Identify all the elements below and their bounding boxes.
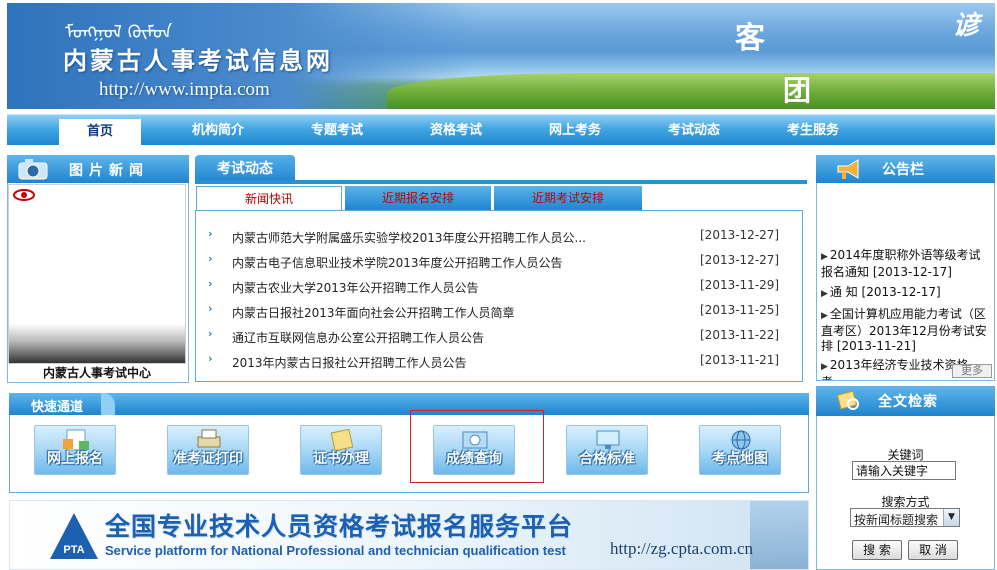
site-url: http://www.impta.com — [99, 79, 270, 100]
list-item: › 通辽市互联网信息办公室公开招聘工作人员公告 [2013-11-22] — [208, 327, 798, 347]
pta-url: http://zg.cpta.com.cn — [610, 539, 754, 558]
quick-channel-title: 快速通道 — [31, 400, 84, 415]
search-panel-title: 全文检索 — [878, 394, 938, 410]
banner-deco-char: 客 — [735, 21, 765, 56]
notice-item[interactable]: ▶ 2014年度职称外语等级考试报名通知 [2013-12-17] — [821, 248, 991, 280]
nav-item-special-exam[interactable]: 专题考试 — [296, 115, 378, 146]
list-item: › 2013年内蒙古日报社公开招聘工作人员公告 [2013-11-21] — [208, 352, 798, 372]
photo-news-title: 图片新闻 — [69, 163, 149, 179]
svg-text:PTA: PTA — [63, 544, 84, 556]
tab-recent-exams[interactable]: 近期考试安排 — [494, 186, 642, 211]
arrow-icon: ▶ — [821, 289, 828, 299]
certificate-service-button[interactable]: 证书办理 — [300, 425, 382, 475]
nav-item-exam-news[interactable]: 考试动态 — [653, 115, 735, 146]
megaphone-icon — [837, 159, 859, 179]
eye-icon — [13, 189, 35, 201]
pta-logo-icon: PTA — [50, 513, 98, 559]
notice-board-title: 公告栏 — [882, 162, 924, 178]
news-title-link[interactable]: 内蒙古师范大学附属盛乐实验学校2013年度公开招聘工作人员公... — [232, 229, 586, 246]
nav-item-about[interactable]: 机构简介 — [177, 115, 259, 146]
list-item: › 内蒙古电子信息职业技术学院2013年度公开招聘工作人员公告 [2013-12… — [208, 252, 798, 272]
nav-item-candidate-service[interactable]: 考生服务 — [772, 115, 854, 146]
arrow-icon: › — [208, 302, 213, 315]
photo-slideshow[interactable] — [8, 184, 186, 364]
news-list: › 内蒙古师范大学附属盛乐实验学校2013年度公开招聘工作人员公... [201… — [195, 210, 803, 382]
score-query-highlight — [410, 410, 544, 483]
news-title-link[interactable]: 内蒙古日报社2013年面向社会公开招聘工作人员简章 — [232, 304, 515, 321]
keyword-input[interactable] — [852, 461, 956, 480]
list-item: › 内蒙古师范大学附属盛乐实验学校2013年度公开招聘工作人员公... [201… — [208, 227, 798, 247]
arrow-icon: › — [208, 277, 213, 290]
exam-site-map-button[interactable]: 考点地图 — [699, 425, 781, 475]
pass-standard-button[interactable]: 合格标准 — [566, 425, 648, 475]
banner-grassland — [387, 73, 995, 109]
more-button[interactable]: 更多 — [952, 364, 992, 378]
header-notch — [101, 393, 115, 415]
news-title-link[interactable]: 内蒙古农业大学2013年公开招聘工作人员公告 — [232, 279, 479, 296]
online-registration-button[interactable]: 网上报名 — [34, 425, 116, 475]
exam-news-divider — [195, 180, 807, 184]
search-mode-select[interactable]: 按新闻标题搜索 ▼ — [850, 508, 960, 527]
arrow-icon: › — [208, 327, 213, 340]
news-date: [2013-11-21] — [700, 353, 780, 367]
banner-deco-char: 谚 — [953, 11, 980, 41]
quick-channel-header: 快速通道 — [9, 393, 809, 415]
news-date: [2013-11-22] — [700, 328, 780, 342]
notice-item[interactable]: ▶ 通 知 [2013-12-17] — [821, 285, 991, 302]
site-title: 内蒙古人事考试信息网 — [63, 47, 333, 75]
search-button[interactable]: 搜 索 — [852, 540, 902, 560]
list-item: › 内蒙古日报社2013年面向社会公开招聘工作人员简章 [2013-11-25] — [208, 302, 798, 322]
photo-news-header: 图片新闻 — [7, 155, 189, 183]
nav-item-qualification-exam[interactable]: 资格考试 — [415, 115, 497, 146]
search-panel-header: 全文检索 — [816, 386, 995, 416]
photo-caption[interactable]: 内蒙古人事考试中心 — [8, 364, 186, 381]
list-item: › 内蒙古农业大学2013年公开招聘工作人员公告 [2013-11-29] — [208, 277, 798, 297]
book-search-icon — [836, 390, 859, 410]
cancel-button[interactable]: 取 消 — [908, 540, 958, 560]
notice-board-header: 公告栏 — [816, 155, 995, 183]
pta-platform-banner[interactable]: PTA 全国专业技术人员资格考试报名服务平台 Service platform … — [9, 500, 809, 570]
city-skyline-image — [750, 501, 808, 569]
arrow-icon: ▶ — [821, 311, 828, 321]
search-mode-value: 按新闻标题搜索 — [854, 513, 939, 527]
pta-title-cn: 全国专业技术人员资格考试报名服务平台 — [105, 512, 574, 541]
pta-title-en: Service platform for National Profession… — [105, 543, 566, 558]
news-date: [2013-12-27] — [700, 228, 780, 242]
admission-ticket-print-button[interactable]: 准考证打印 — [167, 425, 249, 475]
news-title-link[interactable]: 通辽市互联网信息办公室公开招聘工作人员公告 — [232, 329, 484, 346]
arrow-icon: › — [208, 227, 213, 240]
chevron-down-icon: ▼ — [943, 509, 959, 526]
notice-board-list: ▶ 2014年度职称外语等级考试报名通知 [2013-12-17] ▶ 通 知 [2… — [816, 183, 995, 381]
mongolian-title: ᠮᠣᠩᠭᠣᠯ ᠬᠦᠮᠦᠨ — [65, 22, 173, 43]
notice-item[interactable]: ▶ 全国计算机应用能力考试（区直考区）2013年12月份考试安排 [2013-11… — [821, 307, 991, 354]
news-title-link[interactable]: 2013年内蒙古日报社公开招聘工作人员公告 — [232, 354, 467, 371]
camera-icon — [18, 159, 48, 180]
news-title-link[interactable]: 内蒙古电子信息职业技术学院2013年度公开招聘工作人员公告 — [232, 254, 563, 271]
banner-deco-char: 团 — [783, 74, 812, 107]
nav-item-home[interactable]: 首页 — [59, 119, 141, 146]
news-date: [2013-12-27] — [700, 253, 780, 267]
main-nav: 首页 机构简介 专题考试 资格考试 网上考务 考试动态 考生服务 — [7, 114, 995, 146]
header-banner: ᠮᠣᠩᠭᠣᠯ ᠬᠦᠮᠦᠨ 内蒙古人事考试信息网 http://www.impta… — [7, 3, 995, 109]
arrow-icon: › — [208, 352, 213, 365]
arrow-icon: ▶ — [821, 362, 828, 372]
tab-recent-registration[interactable]: 近期报名安排 — [345, 186, 491, 211]
arrow-icon: › — [208, 252, 213, 265]
exam-news-title: 考试动态 — [195, 155, 295, 183]
arrow-icon: ▶ — [821, 252, 828, 262]
news-date: [2013-11-29] — [700, 278, 780, 292]
nav-item-online-affairs[interactable]: 网上考务 — [534, 115, 616, 146]
tab-news-flash[interactable]: 新闻快讯 — [196, 186, 342, 211]
news-date: [2013-11-25] — [700, 303, 780, 317]
